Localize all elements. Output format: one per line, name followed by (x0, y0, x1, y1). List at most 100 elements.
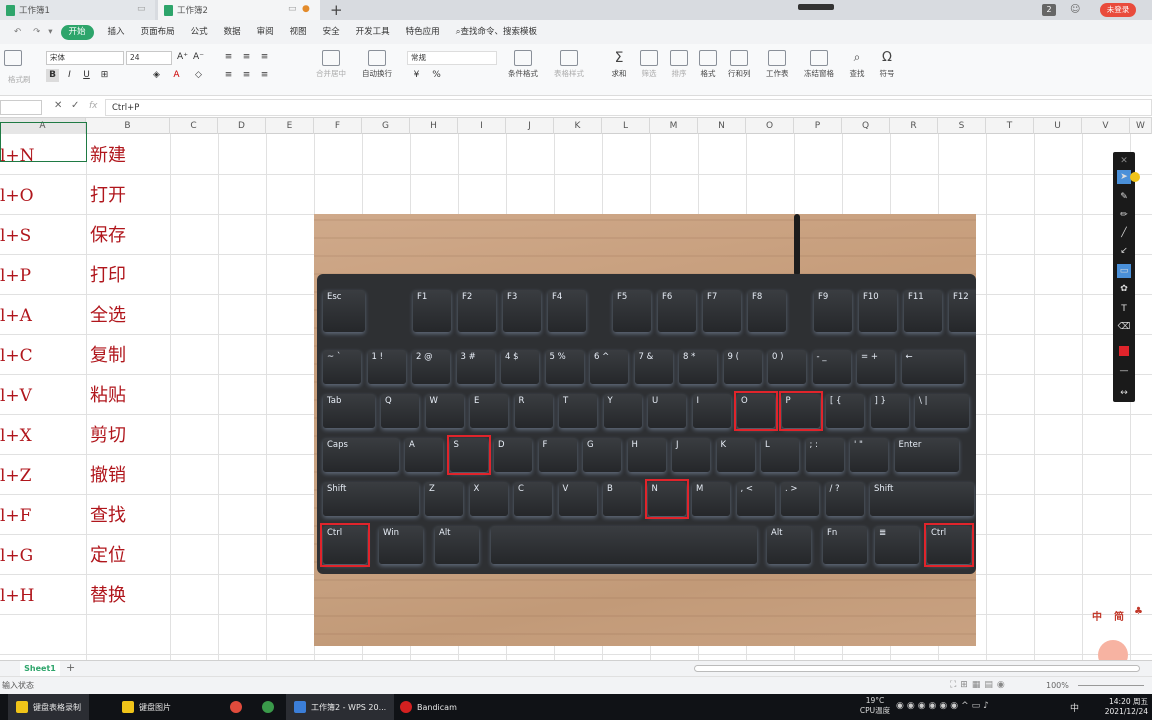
app-green[interactable] (254, 694, 282, 720)
align-center-icon[interactable]: ≡ (240, 69, 253, 82)
fx-label[interactable]: fx (89, 101, 98, 111)
skin-icon[interactable]: ☺ (1070, 4, 1080, 15)
sort-button[interactable]: 排序 (670, 50, 688, 79)
cancel-icon[interactable]: ✕ (54, 100, 62, 111)
column-header-l[interactable]: L (602, 118, 650, 134)
column-header-d[interactable]: D (218, 118, 266, 134)
red-color-swatch[interactable] (1119, 346, 1129, 356)
login-button[interactable]: 未登录 (1100, 3, 1136, 17)
fill-color-icon[interactable]: ◈ (150, 69, 163, 82)
sum-button[interactable]: Σ 求和 (610, 50, 628, 79)
rowcol-button[interactable]: 行和列 (728, 50, 751, 79)
column-header-q[interactable]: Q (842, 118, 890, 134)
cell-b[interactable]: 剪切 (90, 416, 170, 456)
clear-format-icon[interactable]: ◇ (192, 69, 205, 82)
percent-icon[interactable]: % (430, 69, 443, 82)
italic-button[interactable]: I (63, 69, 76, 82)
active-cell[interactable] (0, 122, 87, 162)
align-top-icon[interactable]: ≡ (222, 51, 235, 64)
column-header-i[interactable]: I (458, 118, 506, 134)
tab-view[interactable]: 视图 (282, 20, 315, 44)
font-size-select[interactable]: 24 (126, 51, 172, 65)
symbol-button[interactable]: Ω 符号 (878, 50, 896, 79)
cell-b[interactable]: 粘贴 (90, 376, 170, 416)
tab-developer[interactable]: 开发工具 (348, 20, 398, 44)
column-header-b[interactable]: B (86, 118, 170, 134)
view-mode-icons[interactable]: ⛶⊞▦▤◉ (950, 680, 1009, 690)
zoom-level[interactable]: 100% (1046, 681, 1069, 690)
clock[interactable]: 14:20 周五 2021/12/24 (1104, 696, 1148, 716)
filter-button[interactable]: 筛选 (640, 50, 658, 79)
cell-a[interactable]: l+Z (0, 456, 86, 496)
underline-button[interactable]: U (80, 69, 93, 82)
column-header-m[interactable]: M (650, 118, 698, 134)
font-color-icon[interactable]: A (170, 69, 183, 82)
column-header-o[interactable]: O (746, 118, 794, 134)
column-header-v[interactable]: V (1082, 118, 1130, 134)
marker-icon[interactable]: ✏ (1117, 208, 1131, 222)
new-tab-button[interactable]: + (330, 1, 343, 19)
column-header-t[interactable]: T (986, 118, 1034, 134)
align-right-icon[interactable]: ≡ (258, 69, 271, 82)
cursor-icon[interactable]: ➤ (1117, 170, 1131, 184)
worksheet-button[interactable]: 工作表 (766, 50, 789, 79)
freeze-button[interactable]: 冻结窗格 (804, 50, 834, 79)
tab-security[interactable]: 安全 (315, 20, 348, 44)
column-header-u[interactable]: U (1034, 118, 1082, 134)
column-header-e[interactable]: E (266, 118, 314, 134)
cell-a[interactable]: l+G (0, 536, 86, 576)
tab-insert[interactable]: 插入 (100, 20, 133, 44)
formula-input[interactable]: Ctrl+P (105, 99, 1152, 116)
close-icon[interactable]: ✕ (1117, 154, 1131, 168)
font-shrink-icon[interactable]: A⁻ (192, 51, 205, 64)
column-header-n[interactable]: N (698, 118, 746, 134)
conditional-format-button[interactable]: 条件格式 (508, 50, 538, 79)
cell-a[interactable]: l+F (0, 496, 86, 536)
balloon-icon[interactable]: ✿ (1117, 282, 1131, 296)
cell-a[interactable]: l+V (0, 376, 86, 416)
arrow-icon[interactable]: ↙ (1117, 244, 1131, 258)
number-format-select[interactable]: 常规 (407, 51, 497, 65)
column-header-j[interactable]: J (506, 118, 554, 134)
cell-a[interactable]: l+H (0, 576, 86, 616)
tab-review[interactable]: 审阅 (249, 20, 282, 44)
cell-b[interactable]: 新建 (90, 136, 170, 176)
column-header-c[interactable]: C (170, 118, 218, 134)
cell-a[interactable]: l+C (0, 336, 86, 376)
keyboard-photo[interactable]: Esc F1 F2 F3 F4 F5 F6 F7 F8 F9 F10 F11 F12 ~ ` 1 ! 2 @3… (314, 214, 976, 646)
undo-icon[interactable]: ↶ (6, 20, 29, 44)
window-count-badge[interactable]: 2 (1042, 4, 1056, 16)
ime-indicator[interactable]: 中 (1070, 701, 1079, 714)
task-image-folder[interactable]: 键盘图片 (114, 694, 179, 720)
task-bandicam[interactable]: Bandicam (392, 694, 465, 720)
eraser-icon[interactable]: ⌫ (1117, 320, 1131, 334)
redo-icon[interactable]: ↷ (29, 20, 44, 44)
column-header-w[interactable]: W (1130, 118, 1152, 134)
align-left-icon[interactable]: ≡ (222, 69, 235, 82)
column-header-p[interactable]: P (794, 118, 842, 134)
sheet-tab[interactable]: Sheet1 (20, 661, 60, 676)
column-header-s[interactable]: S (938, 118, 986, 134)
cell-a[interactable]: l+O (0, 176, 86, 216)
tab-formulas[interactable]: 公式 (183, 20, 216, 44)
search-command[interactable]: ⌕查找命令、搜索模板 (448, 20, 545, 44)
add-sheet-button[interactable]: + (66, 661, 75, 674)
rectangle-icon[interactable]: ▭ (1117, 264, 1131, 278)
table-style-button[interactable]: 表格样式 (554, 50, 584, 79)
align-bottom-icon[interactable]: ≡ (258, 51, 271, 64)
column-header-h[interactable]: H (410, 118, 458, 134)
format-button[interactable]: 格式 (699, 50, 717, 79)
cell-b[interactable]: 保存 (90, 216, 170, 256)
column-header-r[interactable]: R (890, 118, 938, 134)
cell-b[interactable]: 打印 (90, 256, 170, 296)
font-name-select[interactable]: 宋体 (46, 51, 124, 65)
cell-b[interactable]: 打开 (90, 176, 170, 216)
tab-special[interactable]: 特色应用 (398, 20, 448, 44)
merge-button[interactable]: 合并居中 (316, 50, 346, 79)
cell-a[interactable]: l+P (0, 256, 86, 296)
horizontal-scrollbar[interactable] (694, 665, 1140, 672)
paste-button[interactable] (4, 50, 22, 68)
cell-b[interactable]: 复制 (90, 336, 170, 376)
tab-data[interactable]: 数据 (216, 20, 249, 44)
expand-icon[interactable]: ↔ (1117, 386, 1131, 400)
